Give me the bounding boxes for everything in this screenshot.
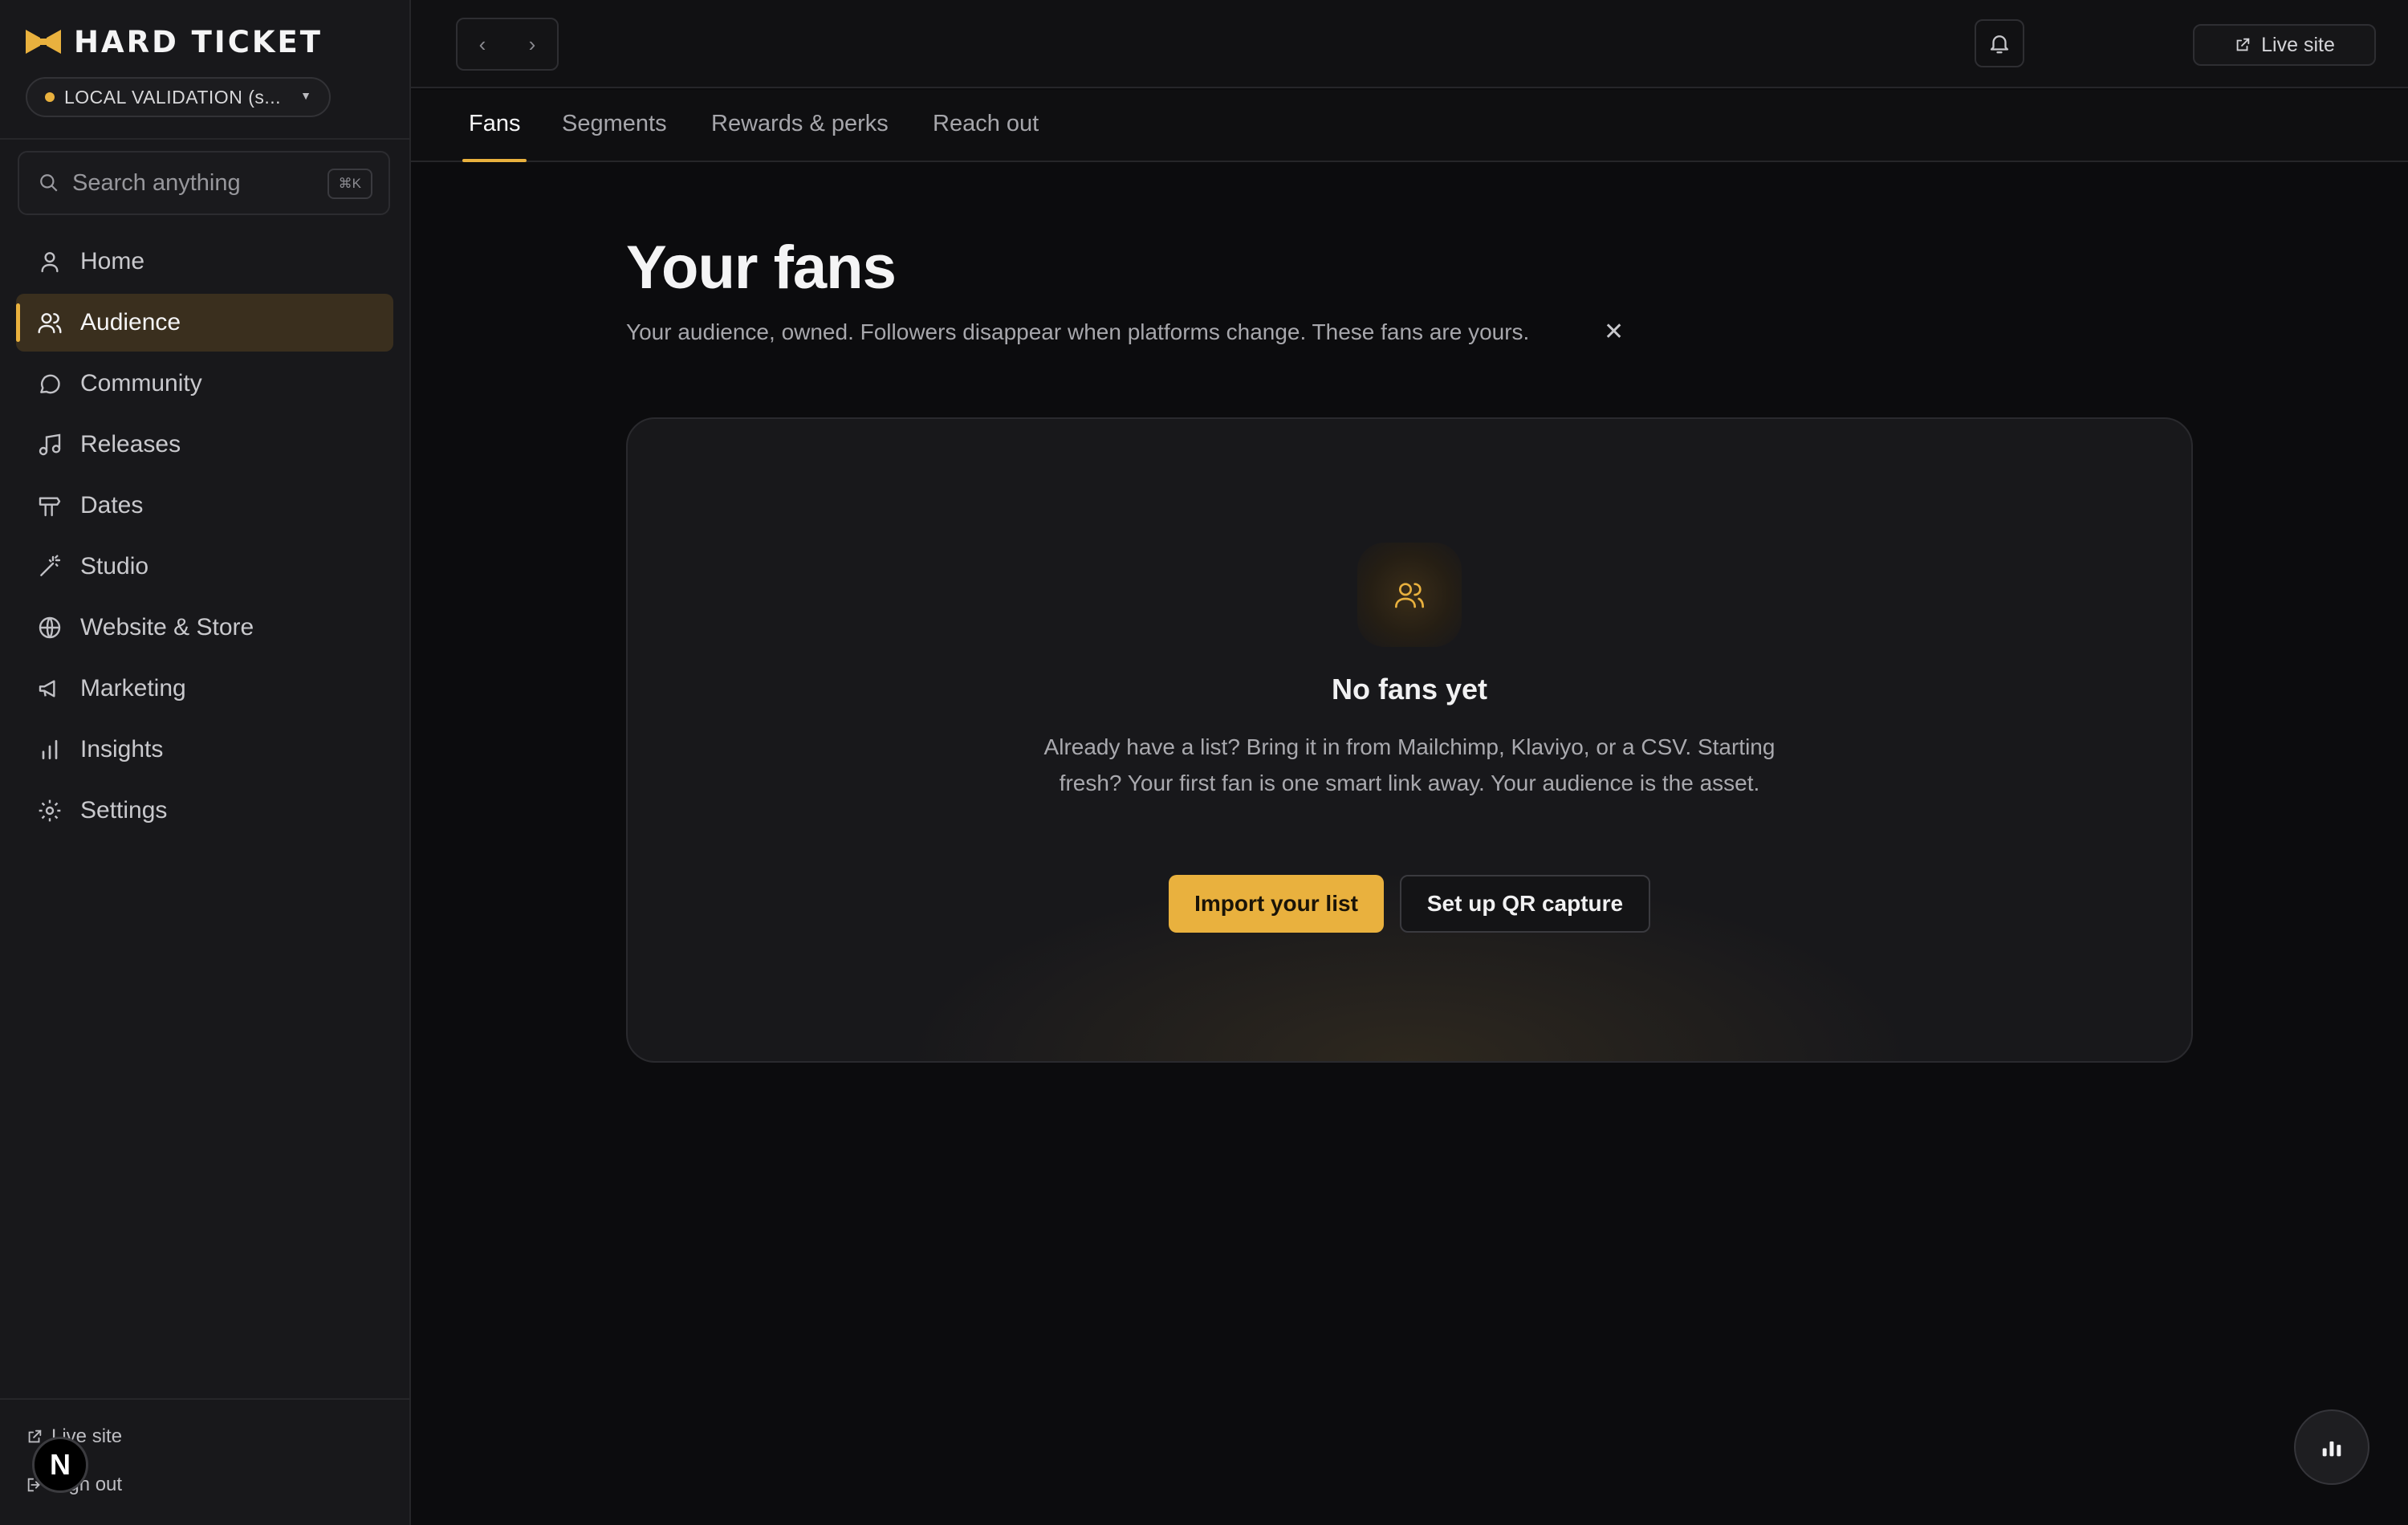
brand-name: HARD TICKET — [74, 24, 323, 59]
sidebar-item-community[interactable]: Community — [16, 355, 393, 413]
search-icon — [40, 174, 58, 192]
users-icon — [1395, 583, 1424, 608]
tab-segments[interactable]: Segments — [562, 111, 667, 162]
magic-wand-icon — [35, 552, 64, 581]
globe-icon — [35, 613, 64, 642]
workspace-label: LOCAL VALIDATION (s... — [64, 86, 282, 108]
page-title: Your fans — [626, 234, 897, 302]
search-shortcut-badge: ⌘K — [327, 169, 372, 199]
setup-qr-capture-button[interactable]: Set up QR capture — [1400, 875, 1650, 933]
live-site-button[interactable]: Live site — [2193, 24, 2376, 66]
avatar[interactable]: N — [32, 1437, 88, 1493]
sidebar-item-label: Community — [80, 370, 202, 396]
brand-logo-icon — [26, 30, 61, 54]
workspace-status-dot — [45, 92, 55, 102]
sidebar-item-releases[interactable]: Releases — [16, 416, 393, 474]
bell-icon — [1990, 35, 2009, 54]
music-note-icon — [35, 430, 64, 459]
page-subtitle: Your audience, owned. Followers disappea… — [626, 319, 1530, 344]
history-nav: ‹ › — [456, 18, 559, 71]
sidebar-item-home[interactable]: Home — [16, 233, 393, 291]
sidebar-item-studio[interactable]: Studio — [16, 538, 393, 596]
sidebar-item-label: Insights — [80, 736, 164, 762]
caret-down-icon: ▼ — [300, 89, 311, 102]
empty-state-icon-badge — [1357, 543, 1462, 647]
signpost-icon — [35, 491, 64, 520]
external-link-icon — [2236, 38, 2250, 51]
gear-icon — [35, 796, 64, 825]
import-list-button[interactable]: Import your list — [1169, 875, 1384, 933]
tab-reach-out[interactable]: Reach out — [933, 111, 1039, 162]
sidebar-divider — [0, 138, 409, 140]
sidebar-item-label: Releases — [80, 431, 181, 458]
user-icon — [35, 247, 64, 276]
sidebar-item-label: Dates — [80, 492, 144, 518]
workspace-switcher[interactable]: LOCAL VALIDATION (s... ▼ — [26, 77, 331, 117]
forward-button[interactable]: › — [529, 32, 536, 57]
insights-fab[interactable] — [2294, 1409, 2369, 1485]
external-link-icon — [28, 1429, 42, 1443]
sidebar-item-insights[interactable]: Insights — [16, 721, 393, 779]
sidebar-item-label: Home — [80, 248, 145, 274]
audience-tabs: Fans Segments Rewards & perks Reach out — [411, 90, 2408, 162]
notifications-button[interactable] — [1975, 19, 2024, 67]
back-button[interactable]: ‹ — [479, 32, 486, 57]
empty-state-title: No fans yet — [1331, 673, 1488, 706]
brand[interactable]: HARD TICKET — [24, 24, 323, 59]
sidebar-item-label: Settings — [80, 797, 168, 824]
sidebar-nav: Home Audience Community Releases Dates S… — [16, 233, 393, 843]
bar-chart-icon — [2322, 1441, 2341, 1457]
chat-bubble-icon — [35, 369, 64, 398]
sidebar-item-dates[interactable]: Dates — [16, 477, 393, 535]
top-bar: ‹ › Live site — [411, 0, 2408, 88]
bar-chart-icon — [35, 735, 64, 764]
users-icon — [35, 308, 64, 337]
sidebar-item-label: Website & Store — [80, 614, 254, 640]
tab-rewards-perks[interactable]: Rewards & perks — [711, 111, 889, 162]
sidebar: HARD TICKET LOCAL VALIDATION (s... ▼ Sea… — [0, 0, 411, 1525]
search-input[interactable]: Search anything ⌘K — [18, 151, 390, 215]
live-site-button-label: Live site — [2261, 33, 2335, 56]
sidebar-divider — [0, 1398, 409, 1400]
sidebar-item-label: Audience — [80, 309, 181, 336]
search-placeholder: Search anything — [72, 169, 241, 196]
sidebar-item-audience[interactable]: Audience — [16, 294, 393, 352]
dismiss-subtitle-button[interactable]: ✕ — [1604, 318, 1624, 346]
sidebar-item-settings[interactable]: Settings — [16, 782, 393, 840]
sidebar-item-website-store[interactable]: Website & Store — [16, 599, 393, 657]
empty-state-description: Already have a list? Bring it in from Ma… — [1043, 734, 1775, 795]
app-root: HARD TICKET LOCAL VALIDATION (s... ▼ Sea… — [0, 0, 2408, 1525]
tab-fans[interactable]: Fans — [462, 111, 528, 162]
sidebar-item-label: Studio — [80, 553, 149, 580]
